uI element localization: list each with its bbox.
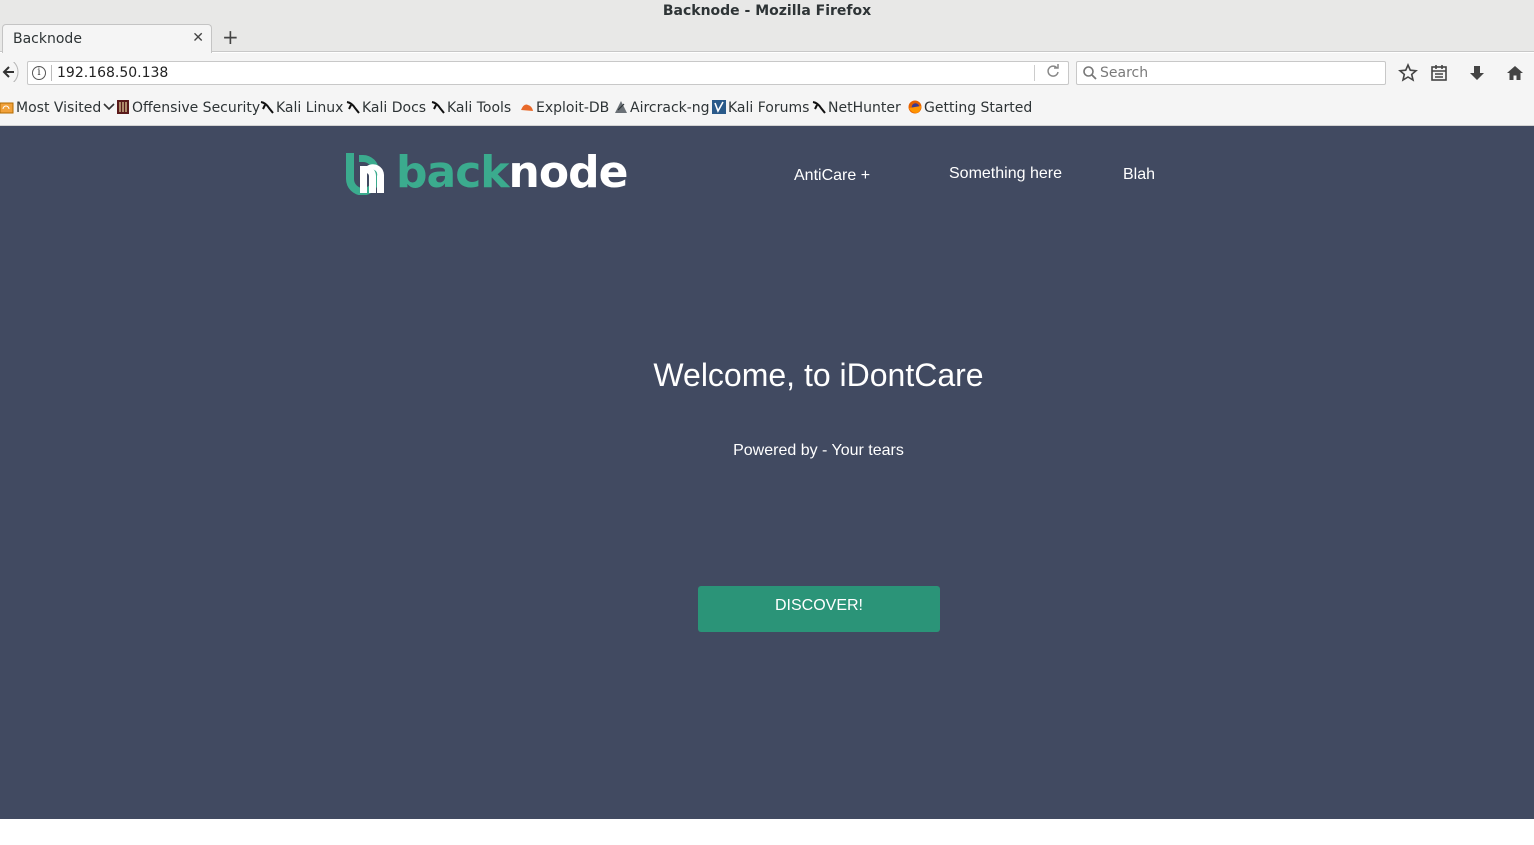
url-text[interactable]: 192.168.50.138 xyxy=(57,65,168,81)
hero-title: Welcome, to iDontCare xyxy=(653,357,984,393)
search-bar[interactable] xyxy=(1076,61,1386,85)
search-input[interactable] xyxy=(1100,64,1370,82)
chevron-down-icon xyxy=(103,103,115,111)
bookmark-kali-docs[interactable]: Kali Docs xyxy=(346,100,426,116)
bookmark-kali-tools[interactable]: Kali Tools xyxy=(431,100,511,116)
url-bar[interactable]: i 192.168.50.138 xyxy=(27,61,1069,85)
nav-link-something-here[interactable]: Something here xyxy=(949,165,1062,183)
discover-button[interactable]: DISCOVER! xyxy=(698,586,940,632)
bookmark-kali-linux[interactable]: Kali Linux xyxy=(260,100,343,116)
info-icon[interactable]: i xyxy=(32,66,46,80)
bookmark-offensive-security[interactable]: Offensive Security xyxy=(116,100,260,116)
close-icon[interactable]: ✕ xyxy=(192,30,204,46)
bookmark-label: NetHunter xyxy=(828,100,901,116)
back-button[interactable] xyxy=(0,57,20,87)
reading-list-icon[interactable] xyxy=(1429,63,1449,83)
back-arrow-icon xyxy=(0,57,19,87)
kali-dragon-icon xyxy=(346,101,360,114)
bookmark-label: Kali Tools xyxy=(447,100,512,116)
firefox-icon xyxy=(908,100,922,114)
navigation-toolbar: i 192.168.50.138 xyxy=(0,53,1534,91)
new-tab-button[interactable]: + xyxy=(222,27,239,47)
kali-dragon-icon xyxy=(431,101,445,114)
bookmark-exploit-db[interactable]: Exploit-DB xyxy=(520,100,609,116)
bookmark-label: Aircrack-ng xyxy=(630,100,710,116)
logo-wordmark: backnode xyxy=(396,147,629,199)
logo-wordmark-node: node xyxy=(508,147,629,198)
bookmark-aircrack-ng[interactable]: Aircrack-ng xyxy=(614,100,710,116)
bookmark-kali-forums[interactable]: Kali Forums xyxy=(712,100,809,116)
backnode-logo[interactable]: backnode xyxy=(344,147,644,198)
offsec-icon xyxy=(117,100,129,114)
tab-title: Backnode xyxy=(13,31,82,47)
search-icon xyxy=(1083,66,1097,80)
reload-icon[interactable] xyxy=(1046,64,1060,82)
url-separator xyxy=(51,65,52,81)
bookmark-label: Most Visited xyxy=(16,100,102,116)
aircrack-icon xyxy=(615,101,627,113)
logo-wordmark-back: back xyxy=(396,147,510,198)
hero-subtitle: Powered by - Your tears xyxy=(733,442,904,459)
bookmark-label: Kali Forums xyxy=(728,100,810,116)
bookmark-label: Offensive Security xyxy=(132,100,261,116)
window-title: Backnode - Mozilla Firefox xyxy=(662,3,872,19)
nav-link-blah[interactable]: Blah xyxy=(1123,166,1155,184)
kali-forums-icon xyxy=(712,100,726,114)
bookmark-label: Exploit-DB xyxy=(536,100,610,116)
bookmarks-toolbar: Most Visited Offensive Security Kali Lin… xyxy=(0,91,1534,126)
download-icon[interactable] xyxy=(1467,63,1487,83)
reload-separator xyxy=(1034,65,1035,81)
bookmark-label: Getting Started xyxy=(924,100,1033,116)
bookmark-nethunter[interactable]: NetHunter xyxy=(812,100,901,116)
backnode-logo-mark xyxy=(346,153,385,195)
web-page: backnode AntiCare + Something here Blah … xyxy=(0,126,1534,819)
exploit-db-icon xyxy=(521,104,533,111)
bookmark-star-icon[interactable] xyxy=(1398,63,1418,83)
tab-strip: Backnode ✕ + xyxy=(0,18,1534,53)
kali-dragon-icon xyxy=(812,101,826,114)
bookmark-getting-started[interactable]: Getting Started xyxy=(908,100,1032,116)
bookmark-label: Kali Linux xyxy=(276,100,344,116)
kali-dragon-icon xyxy=(260,101,274,114)
window-titlebar: Backnode - Mozilla Firefox xyxy=(0,0,1534,19)
bookmark-label: Kali Docs xyxy=(362,100,427,116)
home-icon[interactable] xyxy=(1505,63,1525,83)
nav-link-anticare[interactable]: AntiCare + xyxy=(794,167,870,185)
folder-icon xyxy=(0,102,14,114)
bookmark-most-visited[interactable]: Most Visited xyxy=(0,100,115,116)
tab-backnode[interactable]: Backnode ✕ xyxy=(2,24,212,53)
